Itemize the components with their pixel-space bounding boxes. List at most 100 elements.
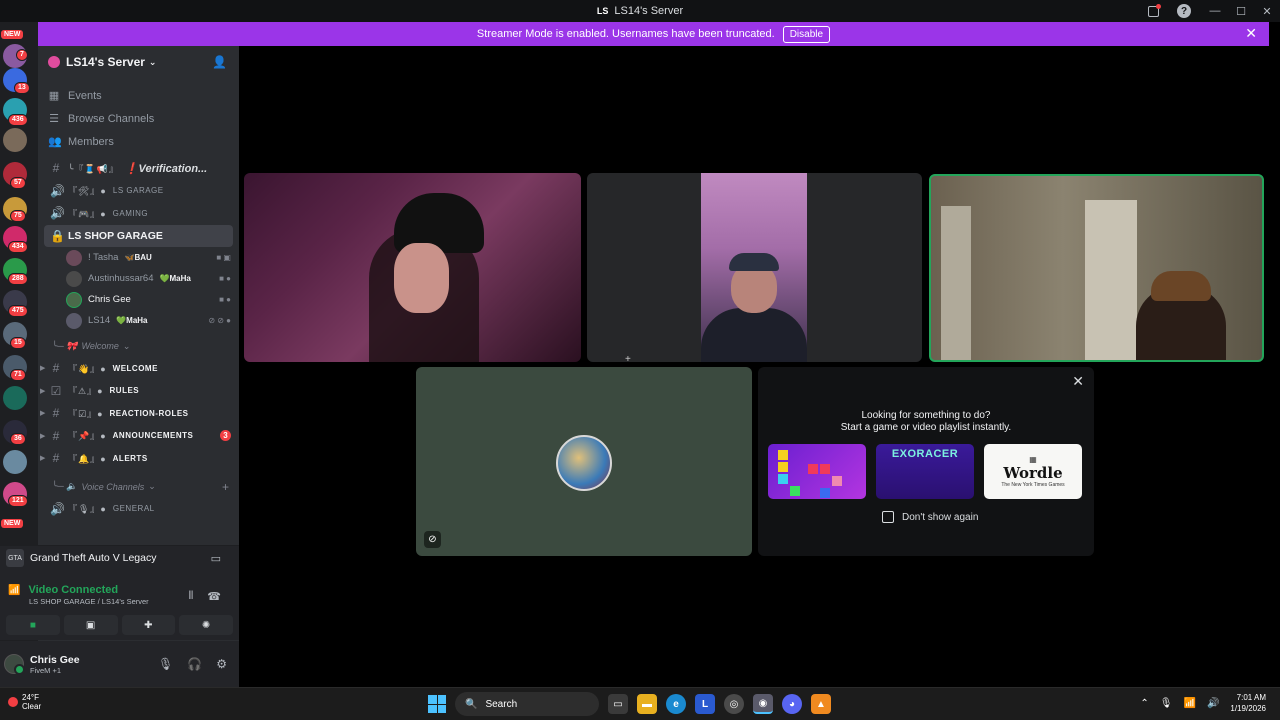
chevron-right-icon: ▶ [40,410,46,418]
screen-share-button[interactable]: ▣ [63,615,118,635]
add-channel-icon[interactable]: + [222,480,229,494]
inbox-icon[interactable] [1140,0,1166,22]
windows-start-icon[interactable] [428,695,446,713]
channel-announcements[interactable]: ▶ # 『📌』● ANNOUNCEMENTS 3 [38,425,239,448]
maximize-button[interactable]: ☐ [1228,0,1254,22]
voice-user[interactable]: Austinhussar64 💚MaHa ■ ● [38,268,239,289]
channel-reaction-roles[interactable]: ▶ # 『☑』● REACTION-ROLES [38,402,239,425]
obs-icon[interactable]: ◉ [753,694,773,714]
video-tile[interactable] [244,173,581,362]
voice-user-name: LS14 [88,315,111,326]
windows-taskbar: 24°F Clear 🔍 Search ▭ ▬ e L ◎ ◉ ◕ ▲ ⌃ 🎙 … [0,687,1280,720]
category-voice-channels[interactable]: ╰─ 🔈 Voice Channels ⌄ + [38,476,239,498]
server-badge: 475 [8,305,28,317]
voice-user[interactable]: LS14 💚MaHa ⊘ ⊘ ● [38,310,239,331]
video-icon: ■ ▣ [216,253,231,262]
channel-ls-garage[interactable]: 🔊 『🛠』● LS GARAGE [38,180,239,203]
server-badge: 75 [10,210,26,222]
microphone-icon[interactable]: 🎙 [158,657,173,671]
banner-text: Streamer Mode is enabled. Usernames have… [476,28,775,40]
edge-browser-icon[interactable]: e [666,694,686,714]
task-view-icon[interactable]: ▭ [608,694,628,714]
signal-icon[interactable]: 📶 [8,585,20,596]
close-icon[interactable]: ✕ [1072,373,1084,390]
noise-suppression-icon[interactable]: ⦀ [188,590,193,603]
user-panel: Chris Gee FiveM +1 🎙 🎧 ⚙ [0,641,239,687]
channel-ls-shop-garage[interactable]: 🔒 LS SHOP GARAGE [44,224,233,247]
voice-user[interactable]: Chris Gee ■ ● [38,289,239,310]
stream-game-icon[interactable]: ▭ [211,552,221,565]
server-icon[interactable] [3,386,27,410]
minimize-button[interactable]: — [1202,0,1228,22]
invite-people-icon[interactable]: 👤 [212,55,227,69]
discord-icon[interactable]: ◕ [782,694,802,714]
channel-name: LS GARAGE [112,186,164,196]
channel-name: REACTION-ROLES [109,408,189,418]
file-explorer-icon[interactable]: ▬ [637,694,657,714]
voice-user[interactable]: ! Tasha 🦋BAU ■ ▣ [38,247,239,268]
camera-icon: ■ [29,619,36,631]
game-card-exoracer[interactable]: EXORACER [876,444,974,499]
dont-show-again-checkbox[interactable]: Don't show again [882,511,978,523]
channel-deco: 『🎮』● [68,208,107,219]
checkbox[interactable] [882,511,894,523]
taskbar-search[interactable]: 🔍 Search [455,692,599,716]
server-header[interactable]: LS14's Server ⌄ 👤 [38,46,239,78]
search-icon: 🔍 [465,698,478,710]
channel-verification[interactable]: # ╰『🧵📢』 ❗Verification... [38,157,239,180]
launcher-icon[interactable]: L [695,694,715,714]
disconnect-icon[interactable]: ☎ [207,590,221,603]
channel-deco: 『🛠』● [68,186,107,197]
help-icon[interactable]: ? [1166,0,1202,22]
chevron-up-icon[interactable]: ⌃ [1140,698,1148,709]
activity-panel[interactable]: GTA Grand Theft Auto V Legacy ▭ [0,545,239,570]
chrome-icon[interactable]: ◎ [724,694,744,714]
weather-widget[interactable]: 24°F Clear [8,693,41,711]
server-badge: 288 [8,273,28,285]
app-icon[interactable]: ▲ [811,694,831,714]
avatar[interactable] [4,654,25,675]
gear-icon[interactable]: ⚙ [216,657,227,671]
channel-gaming[interactable]: 🔊 『🎮』● GAMING [38,202,239,225]
avatar-tile[interactable]: ⊘ [416,367,752,556]
server-badge: 121 [8,495,28,507]
server-badge: 71 [10,369,26,381]
server-emblem-icon [48,56,60,68]
voice-user-name: Chris Gee [88,294,131,305]
disable-button[interactable]: Disable [782,25,831,43]
soundboard-button[interactable]: ✺ [179,615,233,635]
weather-icon [8,697,18,707]
video-tile[interactable] [587,173,922,362]
channel-rules[interactable]: ▶ ☑ 『⚠』● RULES [38,380,239,403]
game-icon: GTA [6,549,24,567]
volume-icon[interactable]: 🔊 [1207,698,1219,709]
microphone-icon[interactable]: 🎙 [1160,698,1173,709]
game-card-wordle[interactable]: ▦ Wordle The New York Times Games [984,444,1082,499]
activities-button[interactable]: ✚ [121,615,176,635]
category-welcome[interactable]: ╰─ 🎀 Welcome ⌄ [38,335,239,357]
channel-name: ANNOUNCEMENTS [112,431,194,441]
user-name: Chris Gee [30,653,80,666]
clock[interactable]: 7:01 AM 1/19/2026 [1230,692,1266,714]
user-status: FiveM +1 [30,665,62,675]
avatar [66,312,82,329]
chevron-down-icon: ⌄ [122,340,131,351]
camera-button[interactable]: ■ [6,615,60,635]
server-icon[interactable] [3,128,27,152]
close-window-button[interactable]: ✕ [1254,0,1280,22]
banner-close-icon[interactable]: ✕ [1245,25,1257,42]
nav-members[interactable]: 👥 Members [38,130,239,153]
channel-alerts[interactable]: ▶ # 『🔔』● ALERTS [38,447,239,470]
wifi-icon[interactable]: 📶 [1184,698,1196,709]
date: 1/19/2026 [1230,704,1266,713]
headphones-icon[interactable]: 🎧 [187,657,202,671]
channel-welcome[interactable]: ▶ # 『👋』● WELCOME [38,357,239,380]
channel-general[interactable]: 🔊 『🎙』● GENERAL [38,498,239,521]
nav-browse-channels[interactable]: ☰ Browse Channels [38,107,239,130]
voice-user-name: ! Tasha [88,252,119,263]
nav-events[interactable]: ▦ Events [38,84,239,107]
game-card-blocks[interactable] [768,444,866,499]
server-icon[interactable] [3,450,27,474]
new-badge: NEW [1,519,24,528]
video-tile-speaking[interactable] [929,174,1264,362]
